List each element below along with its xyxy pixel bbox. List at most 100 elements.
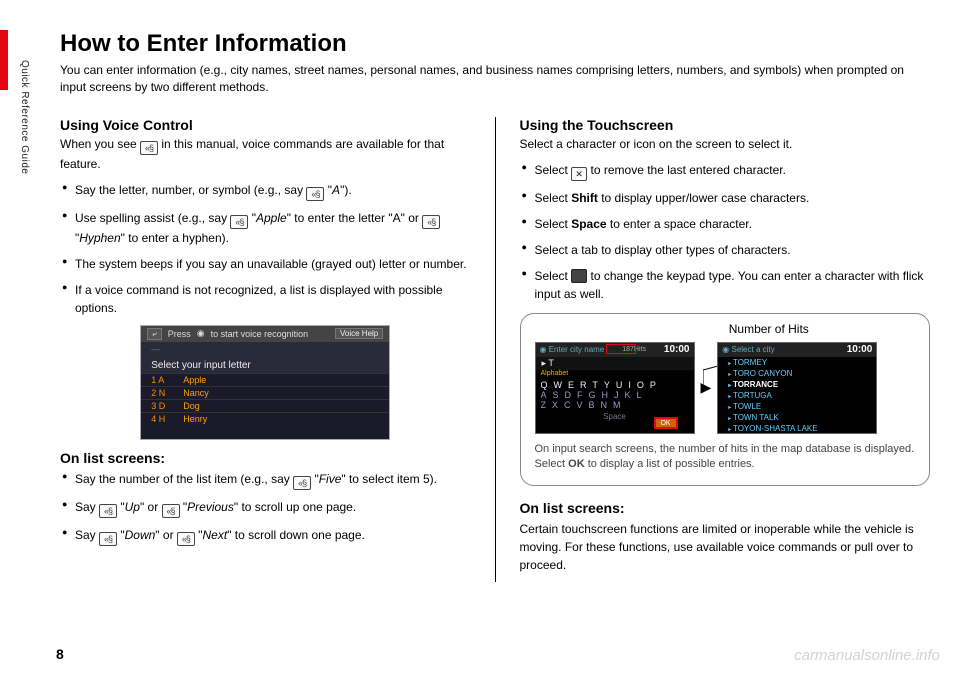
text: " — [117, 500, 125, 514]
text: to display upper/lower case characters. — [598, 191, 809, 205]
spoken-word: Five — [319, 472, 342, 486]
kb-row: QWERTYUIOP — [541, 380, 689, 390]
text: Select — [535, 163, 572, 177]
bullet: Use spelling assist (e.g., say "Apple " t… — [60, 209, 471, 247]
figure-box: Number of Hits ◉ Enter city name 187Hits… — [520, 313, 931, 486]
text: Select — [535, 191, 572, 205]
touch-note: Certain touchscreen functions are limite… — [520, 520, 931, 574]
voice-icon — [140, 141, 158, 155]
spoken-word: Down — [125, 528, 156, 542]
watermark: carmanualsonline.info — [794, 647, 940, 664]
text: Select — [535, 269, 572, 283]
text: " — [117, 528, 125, 542]
voice-icon — [177, 532, 195, 546]
side-label: Quick Reference Guide — [14, 60, 30, 174]
text: " — [324, 183, 332, 197]
list-heading: On list screens: — [520, 500, 931, 516]
figure-label: Number of Hits — [535, 322, 916, 340]
text: Say the number of the list item (e.g., s… — [75, 472, 293, 486]
text: Say — [75, 528, 99, 542]
text: " — [195, 528, 203, 542]
shot-topbar: ⤶ Press ◉ to start voice recognition Voi… — [141, 326, 389, 342]
key-label: Space — [571, 217, 606, 231]
voice-screenshot: ⤶ Press ◉ to start voice recognition Voi… — [140, 325, 390, 440]
text: " to scroll down one page. — [227, 528, 365, 542]
text: Select — [535, 217, 572, 231]
text: " or — [155, 528, 177, 542]
kb-row: ZXCVBNM — [541, 400, 689, 410]
bullet: Say "Up" or "Previous" to scroll up one … — [60, 498, 471, 518]
city-row: TORTUGA — [718, 390, 876, 401]
voice-icon — [306, 187, 324, 201]
touch-sub: Select a character or icon on the screen… — [520, 135, 931, 153]
text: Select a city — [731, 345, 774, 354]
clock: 10:00 — [664, 344, 690, 355]
voice-icon — [293, 476, 311, 490]
spoken-word: Next — [203, 528, 228, 542]
text: to display a list of possible entries. — [585, 458, 755, 470]
spoken-word: Apple — [256, 211, 287, 225]
list-heading: On list screens: — [60, 450, 471, 466]
text: " to enter a hyphen). — [121, 231, 229, 245]
text: to enter a space character. — [607, 217, 752, 231]
intro-text: You can enter information (e.g., city na… — [60, 62, 930, 97]
figure-caption: On input search screens, the number of h… — [535, 442, 916, 473]
bullet: The system beeps if you say an unavailab… — [60, 255, 471, 273]
key-label: Shift — [571, 191, 598, 205]
page-title: How to Enter Information — [60, 30, 930, 58]
section-tab — [0, 30, 8, 90]
city-row: TOYON-SHASTA LAKE — [718, 423, 876, 434]
arrow-icon: ▶ — [701, 379, 712, 396]
shot-row: 1 AApple — [141, 373, 389, 386]
bullet: Say the letter, number, or symbol (e.g.,… — [60, 181, 471, 201]
text: " — [311, 472, 319, 486]
text: Enter city name — [549, 345, 605, 354]
voice-icon — [422, 215, 440, 229]
hits-highlight — [606, 344, 636, 354]
right-column: Using the Touchscreen Select a character… — [495, 117, 931, 582]
text: When you see — [60, 137, 140, 151]
delete-key-icon: ✕ — [571, 167, 587, 181]
city-row: TOWLE — [718, 401, 876, 412]
voice-icon — [162, 504, 180, 518]
callout-label: Number of Hits — [729, 322, 809, 336]
shot-row: 4 HHenry — [141, 412, 389, 425]
bullet: Select to change the keypad type. You ca… — [520, 267, 931, 303]
tab-label: Alphabet — [541, 370, 569, 377]
page-body: How to Enter Information You can enter i… — [60, 30, 930, 648]
bullet: Select Shift to display upper/lower case… — [520, 189, 931, 207]
list-screenshot: ◉ Select a city 10:00 TORMEY TORO CANYON… — [717, 342, 877, 434]
text: "). — [340, 183, 352, 197]
back-button: ⤶ — [147, 328, 161, 340]
bullet: Say the number of the list item (e.g., s… — [60, 470, 471, 490]
text: Say the letter, number, or symbol (e.g.,… — [75, 183, 306, 197]
text: " — [248, 211, 256, 225]
city-row: TOWN TALK — [718, 412, 876, 423]
ok-button-highlight: OK — [654, 417, 678, 429]
voice-heading: Using Voice Control — [60, 117, 471, 133]
keypad-type-icon — [571, 269, 587, 283]
spoken-word: Hyphen — [79, 231, 120, 245]
text: Use spelling assist (e.g., say — [75, 211, 230, 225]
text: to start voice recognition — [211, 329, 309, 339]
bullet: Select a tab to display other types of c… — [520, 241, 931, 259]
voice-help-button: Voice Help — [335, 328, 383, 339]
spoken-word: Previous — [187, 500, 234, 514]
voice-icon — [99, 504, 117, 518]
shot-row: 2 NNancy — [141, 386, 389, 399]
text: Press — [168, 329, 191, 339]
keyboard-screenshot: ◉ Enter city name 187Hits 10:00 ▸ T Alph… — [535, 342, 695, 434]
city-row: TORRANCE — [718, 379, 876, 390]
text: " to scroll up one page. — [234, 500, 356, 514]
left-column: Using Voice Control When you see in this… — [60, 117, 495, 582]
kb-row: ASDFGHJKL — [541, 390, 689, 400]
voice-icon — [99, 532, 117, 546]
city-row: TORMEY — [718, 357, 876, 368]
key-label: OK — [568, 458, 585, 470]
bullet: Select ✕ to remove the last entered char… — [520, 161, 931, 181]
text: to remove the last entered character. — [587, 163, 786, 177]
touch-heading: Using the Touchscreen — [520, 117, 931, 133]
bullet: Say "Down" or "Next" to scroll down one … — [60, 526, 471, 546]
text: " or — [140, 500, 162, 514]
shot-row: 3 DDog — [141, 399, 389, 412]
